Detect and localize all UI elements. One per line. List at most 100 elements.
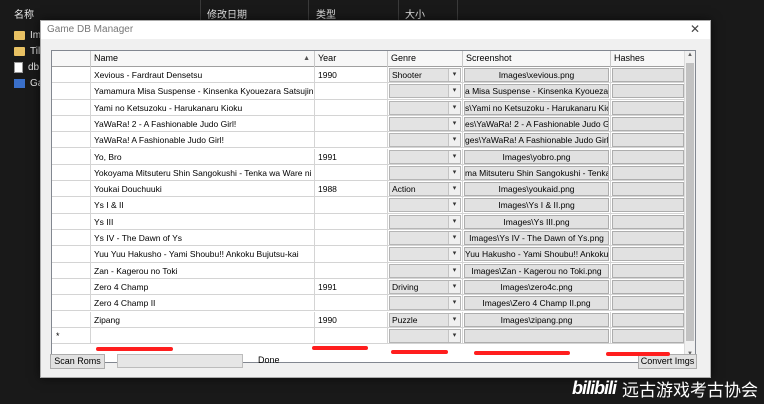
- cell-year[interactable]: [315, 99, 388, 116]
- cell-year[interactable]: [315, 197, 388, 214]
- screenshot-button[interactable]: es\YaWaRa! 2 - A Fashionable Judo Girl!: [464, 116, 609, 131]
- row-header[interactable]: [52, 115, 91, 132]
- chevron-down-icon[interactable]: ▾: [448, 313, 460, 326]
- close-icon[interactable]: ✕: [690, 22, 700, 36]
- hashes-button[interactable]: [612, 214, 684, 229]
- genre-dropdown[interactable]: ▾: [389, 149, 461, 164]
- hashes-button[interactable]: [612, 116, 684, 131]
- cell-name[interactable]: YaWaRa! 2 - A Fashionable Judo Girl!: [91, 115, 315, 132]
- cell-name[interactable]: Yo, Bro: [91, 148, 315, 165]
- cell-name[interactable]: Xevious - Fardraut Densetsu: [91, 67, 315, 83]
- chevron-down-icon[interactable]: ▾: [448, 166, 460, 179]
- genre-dropdown[interactable]: ▾: [389, 328, 461, 343]
- cell-year[interactable]: [315, 327, 388, 344]
- row-header[interactable]: [52, 132, 91, 149]
- chevron-down-icon[interactable]: ▾: [448, 134, 460, 147]
- screenshot-button[interactable]: Images\yobro.png: [464, 149, 609, 164]
- scroll-up-icon[interactable]: ▲: [685, 52, 695, 62]
- chevron-down-icon[interactable]: ▾: [448, 183, 460, 196]
- chevron-down-icon[interactable]: ▾: [448, 101, 460, 114]
- screenshot-button[interactable]: Images\youkaid.png: [464, 182, 609, 197]
- cell-name[interactable]: Zan - Kagerou no Toki: [91, 262, 315, 279]
- explorer-col-size[interactable]: 大小: [405, 6, 425, 21]
- row-header[interactable]: [52, 181, 91, 198]
- table-row[interactable]: Yo, Bro 1991 ▾ Images\yobro.png: [52, 148, 685, 165]
- row-header[interactable]: [52, 83, 91, 100]
- chevron-down-icon[interactable]: ▾: [448, 150, 460, 163]
- column-header-year[interactable]: Year: [315, 51, 388, 67]
- hashes-button[interactable]: [612, 296, 684, 311]
- explorer-col-type[interactable]: 类型: [316, 6, 336, 21]
- table-row[interactable]: Yamamura Misa Suspense - Kinsenka Kyouez…: [52, 83, 685, 100]
- hashes-button[interactable]: [612, 149, 684, 164]
- screenshot-button[interactable]: ges\YaWaRa! A Fashionable Judo Girl!.p: [464, 133, 609, 148]
- genre-dropdown[interactable]: ▾: [389, 198, 461, 213]
- cell-name[interactable]: Zero 4 Champ: [91, 278, 315, 295]
- hashes-button[interactable]: [612, 198, 684, 213]
- explorer-col-separator[interactable]: [200, 0, 201, 22]
- genre-dropdown[interactable]: ▾: [389, 231, 461, 245]
- vertical-scrollbar[interactable]: ▲ ▼: [684, 51, 695, 362]
- screenshot-button[interactable]: Images\Ys IV - The Dawn of Ys.png: [464, 231, 609, 245]
- screenshot-button[interactable]: Images\zero4c.png: [464, 279, 609, 294]
- cell-year[interactable]: 1988: [315, 181, 388, 198]
- table-row[interactable]: Yuu Yuu Hakusho - Yami Shoubu!! Ankoku B…: [52, 246, 685, 263]
- screenshot-button[interactable]: s\Yami no Ketsuzoku - Harukanaru Kioku: [464, 100, 609, 115]
- row-header[interactable]: [52, 246, 91, 263]
- table-row[interactable]: Yami no Ketsuzoku - Harukanaru Kioku ▾ s\Y…: [52, 99, 685, 116]
- cell-name[interactable]: [91, 327, 315, 344]
- chevron-down-icon[interactable]: ▾: [448, 215, 460, 228]
- screenshot-button[interactable]: Images\Ys I & II.png: [464, 198, 609, 213]
- genre-dropdown[interactable]: Action ▾: [389, 182, 461, 197]
- table-row[interactable]: Ys III ▾ Images\Ys III.png: [52, 213, 685, 230]
- explorer-col-name[interactable]: 名称: [14, 6, 34, 21]
- hashes-button[interactable]: [612, 84, 684, 99]
- cell-year[interactable]: [315, 115, 388, 132]
- genre-dropdown[interactable]: Puzzle ▾: [389, 312, 461, 327]
- row-header[interactable]: [52, 148, 91, 165]
- chevron-down-icon[interactable]: ▾: [448, 117, 460, 130]
- cell-year[interactable]: [315, 295, 388, 312]
- column-header-hashes[interactable]: Hashes: [611, 51, 685, 67]
- chevron-down-icon[interactable]: ▾: [448, 248, 460, 261]
- table-row[interactable]: Zero 4 Champ II ▾ Images\Zero 4 Champ II.p…: [52, 295, 685, 312]
- genre-dropdown[interactable]: ▾: [389, 296, 461, 311]
- hashes-button[interactable]: [612, 279, 684, 294]
- genre-dropdown[interactable]: ▾: [389, 133, 461, 148]
- table-row[interactable]: Yokoyama Mitsuteru Shin Sangokushi - Ten…: [52, 164, 685, 182]
- cell-year[interactable]: [315, 213, 388, 230]
- table-row[interactable]: YaWaRa! A Fashionable Judo Girl! ▾ ges\YaW…: [52, 132, 685, 149]
- table-row[interactable]: Youkai Douchuuki 1988 Action ▾ Images\youkai…: [52, 181, 685, 198]
- convert-imgs-button[interactable]: Convert Imgs: [638, 354, 697, 369]
- cell-year[interactable]: 1990: [315, 311, 388, 328]
- column-header-genre[interactable]: Genre: [388, 51, 463, 67]
- cell-year[interactable]: [315, 262, 388, 279]
- cell-year[interactable]: 1991: [315, 148, 388, 165]
- cell-name[interactable]: Yami no Ketsuzoku - Harukanaru Kioku: [91, 99, 315, 116]
- table-row[interactable]: Zero 4 Champ 1991 Driving ▾ Images\zero4c.pn…: [52, 278, 685, 296]
- cell-name[interactable]: Zero 4 Champ II: [91, 295, 315, 312]
- genre-dropdown[interactable]: ▾: [389, 84, 461, 99]
- table-row[interactable]: Xevious - Fardraut Densetsu 1990 Shooter ▾ I…: [52, 67, 685, 84]
- cell-name[interactable]: Ys I & II: [91, 197, 315, 214]
- cell-year[interactable]: 1990: [315, 67, 388, 83]
- chevron-down-icon[interactable]: ▾: [448, 232, 460, 244]
- table-row[interactable]: YaWaRa! 2 - A Fashionable Judo Girl! ▾ es\…: [52, 115, 685, 133]
- explorer-item[interactable]: Im: [14, 27, 43, 43]
- hashes-button[interactable]: [612, 68, 684, 82]
- cell-name[interactable]: YaWaRa! A Fashionable Judo Girl!: [91, 132, 315, 149]
- screenshot-button[interactable]: a Misa Suspense - Kinsenka Kyouezara S: [464, 84, 609, 99]
- genre-dropdown[interactable]: ▾: [389, 165, 461, 180]
- chevron-down-icon[interactable]: ▾: [448, 199, 460, 212]
- screenshot-button[interactable]: Images\Zan - Kagerou no Toki.png: [464, 263, 609, 278]
- chevron-down-icon[interactable]: ▾: [448, 264, 460, 277]
- row-header[interactable]: [52, 295, 91, 312]
- row-header[interactable]: [52, 67, 91, 83]
- cell-name[interactable]: Yamamura Misa Suspense - Kinsenka Kyouez…: [91, 83, 315, 100]
- hashes-button[interactable]: [612, 231, 684, 245]
- chevron-down-icon[interactable]: ▾: [448, 69, 460, 81]
- cell-name[interactable]: Yuu Yuu Hakusho - Yami Shoubu!! Ankoku B…: [91, 246, 315, 263]
- hashes-button[interactable]: [612, 133, 684, 148]
- explorer-item[interactable]: db: [14, 59, 43, 75]
- cell-name[interactable]: Ys IV - The Dawn of Ys: [91, 230, 315, 246]
